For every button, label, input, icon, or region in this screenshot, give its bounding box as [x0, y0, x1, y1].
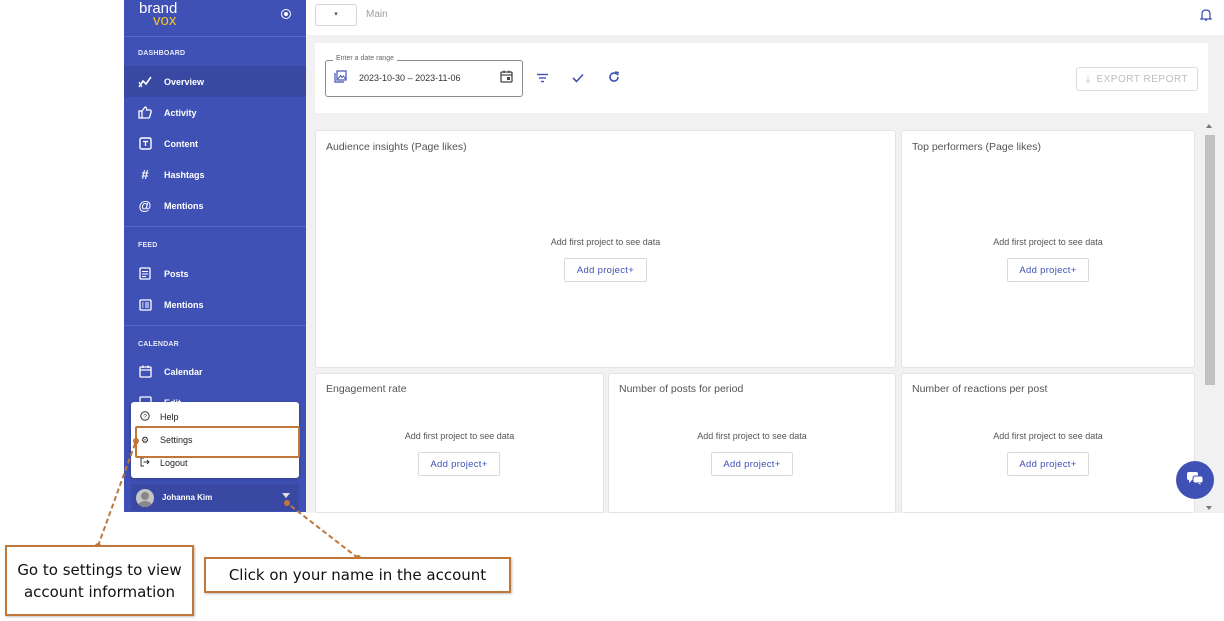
annotation-arrows	[95, 438, 361, 561]
settings-annotation: Go to settings to view account informati…	[5, 545, 194, 616]
name-annotation: Click on your name in the account	[204, 557, 511, 593]
